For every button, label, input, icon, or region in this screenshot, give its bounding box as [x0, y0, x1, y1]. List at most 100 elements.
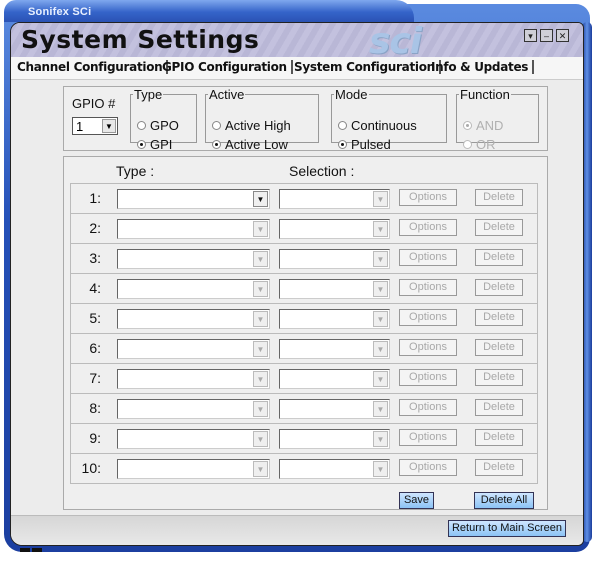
type-dropdown[interactable]: ▼: [117, 399, 270, 419]
tab-bar: Channel Configuration GPIO Configuration…: [11, 57, 583, 80]
table-row: 4: ▼ ▼ Options Delete: [70, 273, 538, 303]
radio-label: GPO: [150, 118, 179, 133]
radio-active-low[interactable]: Active Low: [212, 137, 288, 152]
delete-button[interactable]: Delete: [475, 189, 523, 206]
radio-or: OR: [463, 137, 496, 152]
selection-dropdown[interactable]: ▼: [279, 309, 390, 329]
radio-gpi[interactable]: GPI: [137, 137, 172, 152]
delete-button[interactable]: Delete: [475, 369, 523, 386]
radio-label: Active High: [225, 118, 291, 133]
chevron-down-icon[interactable]: ▼: [373, 281, 388, 297]
row-number: 5:: [89, 310, 101, 326]
radio-continuous[interactable]: Continuous: [338, 118, 417, 133]
chevron-down-icon[interactable]: ▼: [373, 341, 388, 357]
chevron-down-icon[interactable]: ▼: [253, 461, 268, 477]
type-dropdown[interactable]: ▼: [117, 309, 270, 329]
minimize-icon[interactable]: –: [540, 29, 553, 42]
options-button[interactable]: Options: [399, 279, 457, 296]
chevron-down-icon[interactable]: ▼: [373, 251, 388, 267]
selection-dropdown[interactable]: ▼: [279, 369, 390, 389]
type-dropdown[interactable]: ▼: [117, 189, 270, 209]
chevron-down-icon[interactable]: ▼: [373, 461, 388, 477]
delete-button[interactable]: Delete: [475, 249, 523, 266]
save-button[interactable]: Save: [399, 492, 434, 509]
options-button[interactable]: Options: [399, 399, 457, 416]
options-button[interactable]: Options: [399, 189, 457, 206]
row-number: 2:: [89, 220, 101, 236]
type-column-header: Type :: [116, 163, 155, 179]
delete-all-button[interactable]: Delete All: [474, 492, 534, 509]
type-dropdown[interactable]: ▼: [117, 219, 270, 239]
radio-selected-icon: [137, 140, 146, 149]
gpio-number-select[interactable]: 1 ▼: [72, 117, 118, 135]
selection-dropdown[interactable]: ▼: [279, 339, 390, 359]
restore-icon[interactable]: ▾: [524, 29, 537, 42]
options-button[interactable]: Options: [399, 249, 457, 266]
selection-dropdown[interactable]: ▼: [279, 189, 390, 209]
type-dropdown[interactable]: ▼: [117, 459, 270, 479]
delete-button[interactable]: Delete: [475, 429, 523, 446]
chevron-down-icon[interactable]: ▼: [253, 251, 268, 267]
chevron-down-icon[interactable]: ▼: [253, 401, 268, 417]
table-row: 6: ▼ ▼ Options Delete: [70, 333, 538, 363]
chevron-down-icon[interactable]: ▼: [253, 431, 268, 447]
chevron-down-icon[interactable]: ▼: [373, 311, 388, 327]
return-to-main-screen-button[interactable]: Return to Main Screen: [448, 520, 566, 537]
chevron-down-icon[interactable]: ▼: [253, 281, 268, 297]
gpio-settings-box: GPIO # 1 ▼ Type GPO GPI Active Active Hi…: [63, 86, 548, 152]
chevron-down-icon[interactable]: ▼: [373, 371, 388, 387]
type-dropdown[interactable]: ▼: [117, 369, 270, 389]
chevron-down-icon[interactable]: ▼: [373, 221, 388, 237]
options-button[interactable]: Options: [399, 219, 457, 236]
delete-button[interactable]: Delete: [475, 459, 523, 476]
chevron-down-icon[interactable]: ▼: [253, 341, 268, 357]
radio-label: Continuous: [351, 118, 417, 133]
chevron-down-icon[interactable]: ▼: [373, 191, 388, 207]
radio-label: OR: [476, 137, 496, 152]
gpio-number-label: GPIO #: [72, 96, 116, 111]
chevron-down-icon[interactable]: ▼: [102, 119, 116, 133]
tab-channel-configuration[interactable]: Channel Configuration: [17, 60, 169, 74]
selection-dropdown[interactable]: ▼: [279, 219, 390, 239]
delete-button[interactable]: Delete: [475, 219, 523, 236]
options-button[interactable]: Options: [399, 429, 457, 446]
radio-selected-icon: [463, 121, 472, 130]
chevron-down-icon[interactable]: ▼: [373, 431, 388, 447]
type-dropdown[interactable]: ▼: [117, 279, 270, 299]
type-dropdown[interactable]: ▼: [117, 249, 270, 269]
chevron-down-icon[interactable]: ▼: [253, 221, 268, 237]
chevron-down-icon[interactable]: ▼: [253, 311, 268, 327]
delete-button[interactable]: Delete: [475, 279, 523, 296]
radio-label: Active Low: [225, 137, 288, 152]
selection-dropdown[interactable]: ▼: [279, 429, 390, 449]
options-button[interactable]: Options: [399, 369, 457, 386]
selection-dropdown[interactable]: ▼: [279, 279, 390, 299]
selection-dropdown[interactable]: ▼: [279, 249, 390, 269]
radio-active-high[interactable]: Active High: [212, 118, 291, 133]
tab-gpio-configuration[interactable]: GPIO Configuration: [162, 60, 293, 74]
selection-dropdown[interactable]: ▼: [279, 399, 390, 419]
selection-dropdown[interactable]: ▼: [279, 459, 390, 479]
chevron-down-icon[interactable]: ▼: [373, 401, 388, 417]
chevron-down-icon[interactable]: ▼: [253, 371, 268, 387]
gpio-number-value: 1: [76, 119, 84, 134]
tab-info-updates[interactable]: Info & Updates: [431, 60, 535, 74]
type-dropdown[interactable]: ▼: [117, 429, 270, 449]
close-icon[interactable]: ✕: [556, 29, 569, 42]
options-button[interactable]: Options: [399, 339, 457, 356]
delete-button[interactable]: Delete: [475, 309, 523, 326]
radio-gpo[interactable]: GPO: [137, 118, 179, 133]
delete-button[interactable]: Delete: [475, 399, 523, 416]
radio-pulsed[interactable]: Pulsed: [338, 137, 391, 152]
options-button[interactable]: Options: [399, 459, 457, 476]
mode-group-legend: Mode: [335, 87, 368, 102]
type-dropdown[interactable]: ▼: [117, 339, 270, 359]
chevron-down-icon[interactable]: ▼: [253, 191, 268, 207]
table-row: 2: ▼ ▼ Options Delete: [70, 213, 538, 243]
options-button[interactable]: Options: [399, 309, 457, 326]
table-row: 10: ▼ ▼ Options Delete: [70, 453, 538, 484]
delete-button[interactable]: Delete: [475, 339, 523, 356]
sci-logo: sci: [369, 22, 422, 62]
tab-system-configuration[interactable]: System Configuration: [294, 60, 441, 74]
radio-label: GPI: [150, 137, 173, 152]
